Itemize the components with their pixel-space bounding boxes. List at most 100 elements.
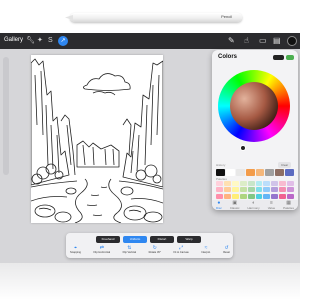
palette-swatch[interactable]: [247, 193, 255, 199]
canyon-line-art: [31, 58, 163, 223]
palette-swatch[interactable]: [263, 193, 271, 199]
colors-panel-title: Colors: [218, 54, 238, 60]
eraser-icon[interactable]: ▭: [259, 36, 267, 46]
history-swatch[interactable]: [245, 169, 255, 176]
tab-label: Classic: [229, 205, 240, 210]
color-mode-tabs: ● Disc ▣ Classic ◐ Harmony ≡ Value ▦ Palettes: [212, 200, 298, 210]
transform-arrow-icon[interactable]: ↗: [58, 36, 68, 46]
palette-swatch[interactable]: [231, 187, 239, 193]
flip-vertical-button[interactable]: ⇅ Flip Vertical: [123, 245, 136, 254]
history-swatch[interactable]: [225, 169, 235, 176]
reset-button[interactable]: ↺ Reset: [223, 245, 230, 254]
palette-swatch[interactable]: [239, 187, 247, 193]
palette-swatch[interactable]: [271, 187, 279, 193]
palette-swatch[interactable]: [271, 193, 279, 199]
palette-swatch[interactable]: [231, 181, 239, 186]
brush-size-slider[interactable]: [3, 57, 9, 175]
palette-swatch[interactable]: [255, 187, 263, 193]
fit-to-canvas-button[interactable]: ⤢ Fit to Canvas: [173, 245, 188, 254]
palette-swatch[interactable]: [263, 181, 271, 186]
layers-icon[interactable]: ▤: [273, 36, 281, 46]
clear-history-button[interactable]: Clear: [278, 162, 292, 168]
tab-label: Disc: [216, 205, 222, 210]
op-label: Rotate 45°: [148, 251, 161, 254]
history-swatch[interactable]: [255, 169, 265, 176]
transform-modes: Freehand Uniform Distort Warp: [96, 236, 201, 243]
history-label: History: [216, 163, 226, 167]
previous-color-swatch[interactable]: [286, 55, 294, 60]
palette-swatch[interactable]: [247, 181, 255, 186]
palette-swatch[interactable]: [231, 193, 239, 199]
palette-swatch[interactable]: [239, 181, 247, 186]
wrench-icon[interactable]: 🔧︎: [26, 36, 35, 46]
stage: Pencil Gallery 🔧︎ ✦ S ↗ ✎ ☝︎ ▭ ▤ Colors …: [0, 0, 300, 300]
color-disc[interactable]: [218, 70, 290, 142]
snapping-button[interactable]: ⌖ Snapping: [70, 245, 81, 254]
tab-disc[interactable]: ● Disc: [216, 200, 222, 210]
palette-swatch[interactable]: [255, 193, 263, 199]
pencil-tip: [65, 15, 73, 20]
current-color-swatch[interactable]: [273, 55, 284, 60]
op-label: Fit to Canvas: [173, 251, 189, 254]
op-label: Interpol.: [201, 251, 211, 254]
brush-icon[interactable]: ✎: [228, 36, 235, 46]
palette-swatch[interactable]: [216, 181, 223, 186]
mode-distort[interactable]: Distort: [150, 236, 174, 243]
history-swatch[interactable]: [235, 169, 245, 176]
rotate-45--button[interactable]: ↻ Rotate 45°: [149, 245, 161, 254]
palette-swatch[interactable]: [239, 193, 247, 199]
palette-swatch[interactable]: [216, 193, 223, 199]
color-history: [216, 169, 294, 176]
tab-classic[interactable]: ▣ Classic: [229, 200, 240, 210]
tab-label: Palettes: [283, 205, 294, 210]
saturation-brightness-disc[interactable]: [230, 82, 278, 130]
palette-swatch[interactable]: [287, 181, 294, 186]
palette-swatch[interactable]: [271, 181, 279, 186]
interpol--button[interactable]: ≈ Interpol.: [201, 245, 210, 254]
mode-freehand[interactable]: Freehand: [96, 236, 120, 243]
palette-swatch[interactable]: [279, 193, 287, 199]
mode-warp[interactable]: Warp: [177, 236, 201, 243]
palette-swatch[interactable]: [263, 187, 271, 193]
pencil-brand-logo: Pencil: [221, 14, 232, 19]
magic-wand-icon[interactable]: ✦: [37, 36, 43, 46]
palette-swatch[interactable]: [287, 193, 294, 199]
palette-swatch[interactable]: [247, 187, 255, 193]
tab-label: Harmony: [247, 205, 260, 210]
top-toolbar: Gallery 🔧︎ ✦ S ↗ ✎ ☝︎ ▭ ▤: [0, 33, 300, 49]
selection-icon[interactable]: S: [48, 36, 53, 46]
artwork-canvas[interactable]: [31, 55, 163, 223]
tab-harmony[interactable]: ◐ Harmony: [247, 200, 260, 210]
tab-value[interactable]: ≡ Value: [267, 200, 276, 210]
tab-palettes[interactable]: ▦ Palettes: [283, 200, 294, 210]
history-swatch[interactable]: [285, 169, 294, 176]
palette-swatch[interactable]: [287, 187, 294, 193]
color-picker-knob[interactable]: [240, 145, 246, 151]
palette-swatch[interactable]: [279, 181, 287, 186]
current-color-button[interactable]: [287, 36, 297, 46]
transform-operations: ⌖ Snapping ⇄ Flip Horizontal ⇅ Flip Vertical ↻…: [70, 245, 230, 254]
history-swatch[interactable]: [265, 169, 275, 176]
op-label: Reset: [223, 251, 230, 254]
smudge-icon[interactable]: ☝︎: [244, 36, 249, 46]
palette-swatch[interactable]: [223, 181, 231, 186]
apple-pencil: Pencil: [65, 13, 242, 22]
palette-swatch[interactable]: [279, 187, 287, 193]
palette-swatch[interactable]: [216, 187, 223, 193]
palette-swatch[interactable]: [223, 193, 231, 199]
history-swatch[interactable]: [216, 169, 225, 176]
color-palette: [216, 181, 294, 199]
mode-uniform[interactable]: Uniform: [123, 236, 147, 243]
palette-swatch[interactable]: [255, 181, 263, 186]
gallery-button[interactable]: Gallery: [4, 37, 23, 43]
tab-label: Value: [267, 205, 276, 210]
palette-swatch[interactable]: [223, 187, 231, 193]
op-label: Flip Vertical: [122, 251, 137, 254]
colors-panel: Colors History Clear Palettes ● Disc ▣ Clas…: [212, 50, 298, 210]
history-swatch[interactable]: [275, 169, 285, 176]
table-surface: [0, 263, 300, 300]
tablet-screen: Gallery 🔧︎ ✦ S ↗ ✎ ☝︎ ▭ ▤ Colors History…: [0, 33, 300, 263]
flip-horizontal-button[interactable]: ⇄ Flip Horizontal: [94, 245, 111, 254]
op-label: Flip Horizontal: [93, 251, 111, 254]
transform-toolbar: Freehand Uniform Distort Warp ⌖ Snapping ⇄ Fli…: [66, 233, 233, 258]
